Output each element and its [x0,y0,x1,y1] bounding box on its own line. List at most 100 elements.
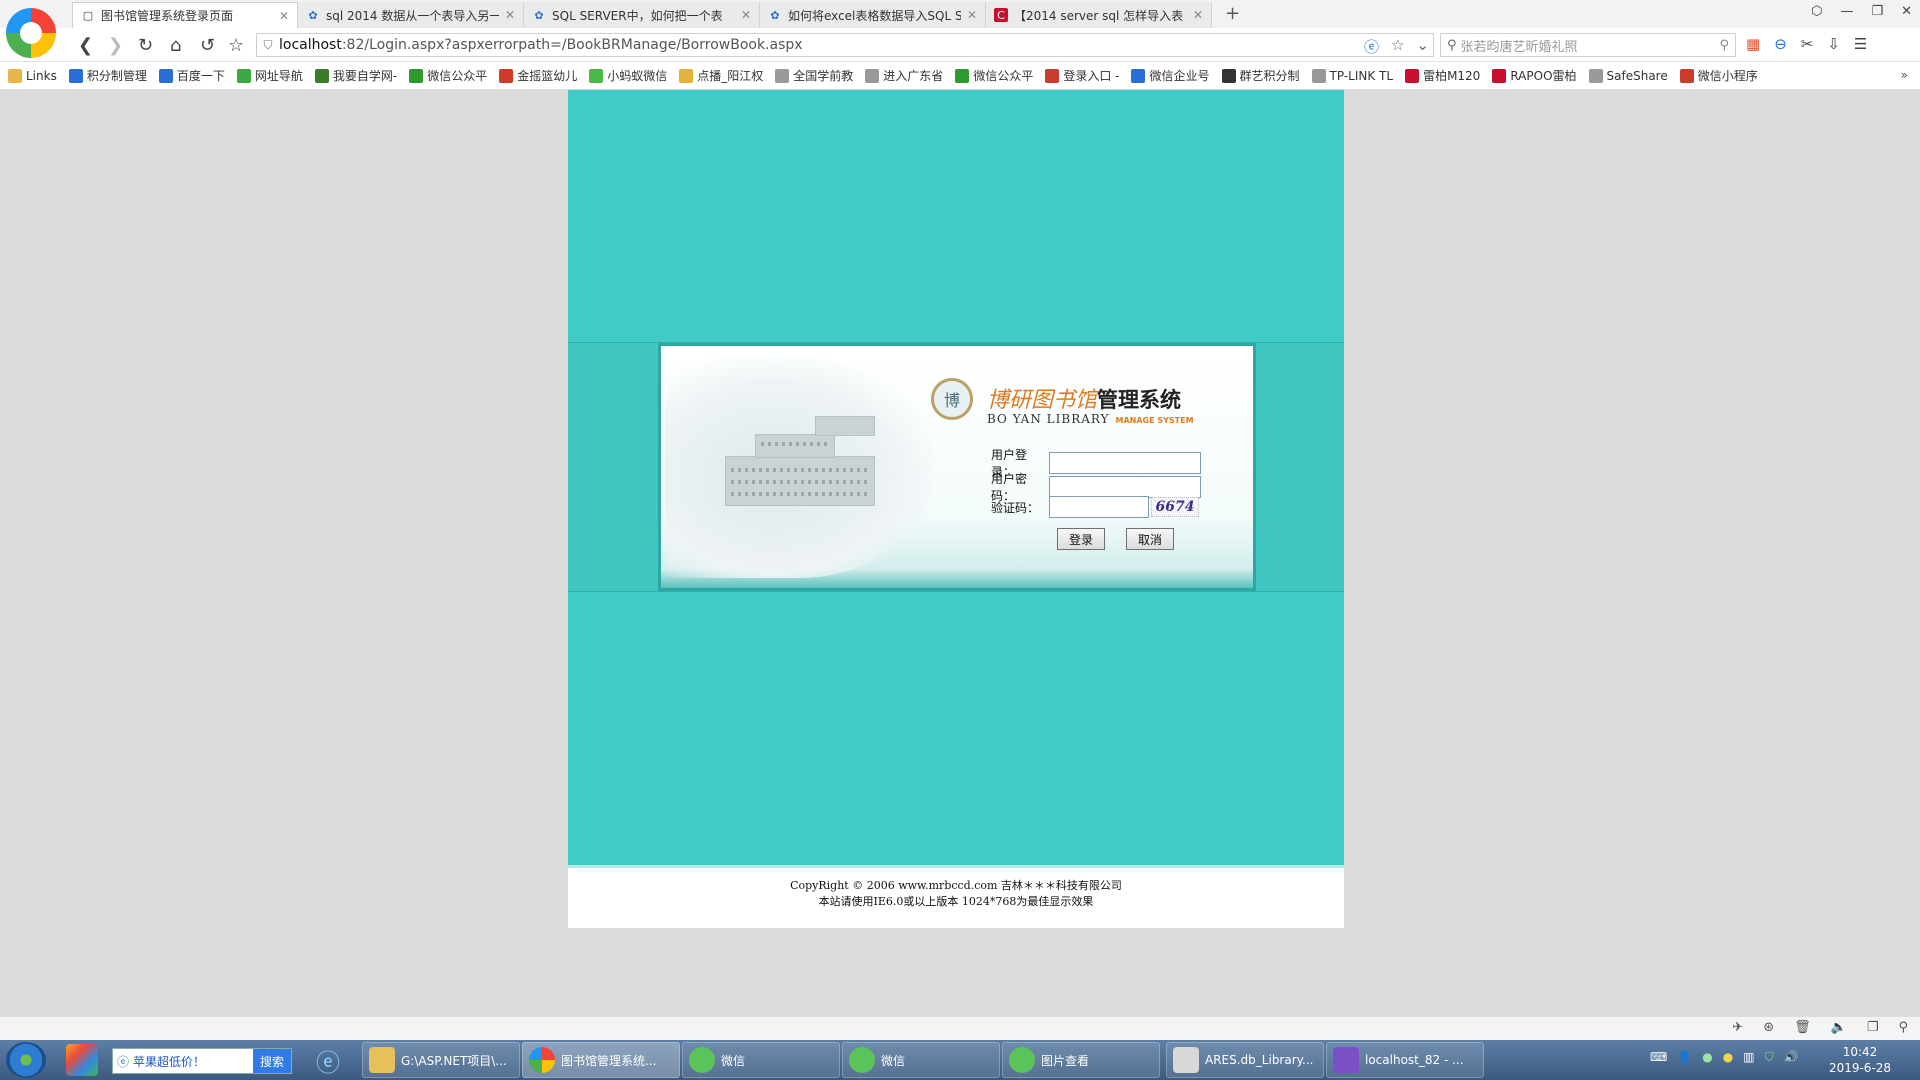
window-icon[interactable]: ❐ [1867,1020,1879,1035]
task-label: 图片查看 [1041,1053,1090,1068]
skin-icon[interactable]: ⬡ [1811,4,1822,19]
wechat-icon [1009,1047,1035,1073]
csdn-icon: C [994,8,1008,22]
keyboard-icon[interactable]: ⌨ [1650,1050,1667,1065]
bookmark-item[interactable]: 群艺积分制 [1221,67,1300,84]
bookmark-item[interactable]: 微信公众平 [955,67,1033,84]
bookmark-item[interactable]: 微信公众平 [409,67,487,84]
close-icon[interactable]: ✕ [967,8,977,22]
tab-excel-import[interactable]: ✿ 如何将excel表格数据导入SQL S ✕ [760,2,986,28]
login-button[interactable]: 登录 [1057,528,1105,550]
forward-icon[interactable]: ❯ [108,35,123,56]
bookmark-item[interactable]: 全国学前教 [775,67,853,84]
close-icon[interactable]: ✕ [505,8,515,22]
zoom-search-icon[interactable]: ⚲ [1898,1020,1908,1035]
pin-icon[interactable]: ✈ [1732,1020,1743,1035]
bookmark-icon [68,68,83,83]
minimize-icon[interactable]: — [1840,4,1853,19]
search-box[interactable]: ⚲ 张若昀唐艺昕婚礼照 ⚲ [1440,33,1736,57]
ie-mode-icon[interactable]: ⓔ [1364,36,1379,57]
volume-tray-icon[interactable]: 🔊 [1784,1050,1799,1065]
bookmark-label: 小蚂蚁微信 [607,69,668,83]
bookmark-label: 雷柏M120 [1423,69,1481,83]
task-wechat-1[interactable]: 微信 [682,1042,840,1078]
search-go-icon[interactable]: ⚲ [1719,38,1729,53]
task-visual-studio[interactable]: localhost_82 - ... [1326,1042,1484,1078]
user-icon[interactable]: 👤 [1677,1050,1692,1065]
internet-explorer-icon[interactable]: ⓔ [312,1044,344,1077]
baidu-paw-icon: ✿ [308,8,318,22]
home-icon[interactable]: ⌂ [170,35,181,56]
new-tab-button[interactable]: + [1225,3,1240,24]
bookmark-item[interactable]: TP-LINK TL [1311,68,1393,83]
browser-logo-icon[interactable] [6,8,56,58]
start-button[interactable] [6,1042,46,1078]
close-icon[interactable]: ✕ [279,9,289,23]
apps-grid-icon[interactable]: ▦ [1746,35,1760,53]
app-launcher-icon[interactable] [66,1044,98,1076]
close-icon[interactable]: ✕ [741,8,751,22]
bookmark-item[interactable]: 微信小程序 [1679,67,1758,84]
shield-tray-icon[interactable]: ⛉ [1765,1050,1774,1065]
bookmark-item[interactable]: 登录入口 - [1045,67,1119,84]
menu-icon[interactable]: ☰ [1854,35,1867,53]
tab-sql-import[interactable]: ✿ sql 2014 数据从一个表导入另一 ✕ [298,2,524,28]
password-input[interactable] [1049,476,1201,498]
trash-icon[interactable]: 🗑 [1794,1020,1811,1035]
cancel-button[interactable]: 取消 [1126,528,1174,550]
security-tray-icon[interactable]: ● [1723,1050,1733,1065]
tab-sql-server[interactable]: ✿ SQL SERVER中，如何把一个表 ✕ [524,2,760,28]
database-tools-icon [1173,1047,1199,1073]
accelerate-icon[interactable]: ⊛ [1763,1020,1774,1035]
bookmark-item[interactable]: 百度一下 [158,67,225,84]
taskbar-search-button[interactable]: 搜索 [253,1049,291,1073]
wechat-tray-icon[interactable]: ● [1702,1050,1712,1065]
favorite-star-icon[interactable]: ☆ [228,35,244,56]
bookmark-item[interactable]: 积分制管理 [68,67,147,84]
bookmark-label: 登录入口 - [1063,69,1120,83]
address-bar[interactable]: ⛉ localhost:82/Login.aspx?aspxerrorpath=… [256,33,1434,57]
bookmark-item[interactable]: Links [8,68,57,83]
captcha-input[interactable] [1049,496,1149,518]
task-sql-management[interactable]: ARES.db_Library... [1166,1042,1324,1078]
download-icon[interactable]: ⇩ [1827,35,1840,53]
network-icon[interactable]: ▥ [1743,1050,1754,1065]
task-wechat-2[interactable]: 微信 [842,1042,1000,1078]
reload-icon[interactable]: ↻ [138,35,153,56]
task-image-viewer[interactable]: 图片查看 [1002,1042,1160,1078]
taskbar-search[interactable]: ⓔ 苹果超低价！ 搜索 [112,1048,292,1074]
close-icon[interactable]: ✕ [1193,8,1203,22]
task-browser[interactable]: 图书馆管理系统... [522,1042,680,1078]
bookmark-item[interactable]: 小蚂蚁微信 [589,67,667,84]
close-window-icon[interactable]: ✕ [1901,4,1912,19]
ie-search-icon: ⓔ [117,1054,130,1069]
captcha-image[interactable]: 6674 [1151,497,1199,517]
bookmark-item[interactable]: 金摇篮幼儿 [499,67,577,84]
restore-icon[interactable]: ❐ [1871,4,1883,19]
tab-login-page[interactable]: ▢ 图书馆管理系统登录页面 ✕ [72,2,298,28]
task-file-explorer[interactable]: G:\ASP.NET项目\... [362,1042,520,1078]
bookmark-item[interactable]: 进入广东省 [865,67,943,84]
bookmark-item[interactable]: 微信企业号 [1131,67,1210,84]
volume-icon[interactable]: 🔈 [1831,1020,1847,1035]
tab-csdn[interactable]: C 【2014 server sql 怎样导入表 ✕ [986,2,1212,28]
back-icon[interactable]: ❮ [78,35,93,56]
bookmark-item[interactable]: SafeShare [1588,68,1668,83]
tab-label: sql 2014 数据从一个表导入另一 [326,8,499,23]
bookmarks-more-button[interactable]: » [1901,68,1908,82]
bookmark-star-icon[interactable]: ☆ [1391,36,1404,57]
bookmark-label: 百度一下 [176,69,225,83]
bookmark-item[interactable]: 雷柏M120 [1405,67,1480,84]
bookmark-item[interactable]: 点播_阳江权 [679,67,763,84]
scissors-icon[interactable]: ✂ [1801,35,1814,53]
bookmark-item[interactable]: 我要自学网- [314,67,397,84]
clock-time: 10:42 [1842,1045,1878,1059]
taskbar-clock[interactable]: 10:42 2019-6-28 [1820,1044,1900,1076]
bookmark-item[interactable]: 网址导航 [236,67,303,84]
bookmark-item[interactable]: RAPOO雷柏 [1492,67,1577,84]
bookmark-label: 进入广东省 [883,69,944,83]
undo-close-icon[interactable]: ↺ [200,35,215,56]
shield-icon: ⛉ [263,37,273,52]
chevron-down-icon[interactable]: ⌄ [1416,36,1429,57]
zoom-icon[interactable]: ⊖ [1774,35,1787,53]
